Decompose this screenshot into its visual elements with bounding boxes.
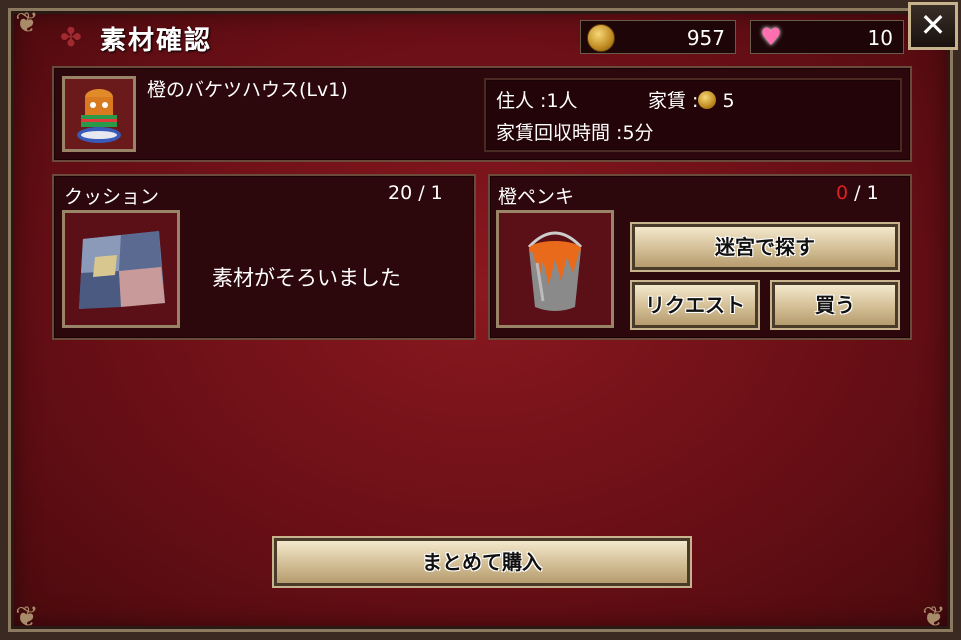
material-status: 素材がそろいました bbox=[212, 266, 401, 290]
material-count: 20 / 1 bbox=[388, 182, 443, 204]
title-ornament-icon: ✤ bbox=[60, 23, 82, 53]
house-name: 橙のバケツハウス(Lv1) bbox=[147, 79, 348, 101]
rent-info: 家賃 : 5 bbox=[648, 86, 735, 113]
rent-collection-time: 家賃回収時間 :5分 bbox=[496, 122, 654, 144]
buy-button[interactable]: 買う bbox=[772, 282, 898, 328]
material-need: 1 bbox=[430, 182, 443, 204]
cushion-icon bbox=[65, 213, 177, 325]
paint-bucket-icon bbox=[499, 213, 611, 325]
corner-ornament-icon: ❦ bbox=[15, 6, 39, 39]
material-have: 20 bbox=[388, 182, 413, 204]
material-name: 橙ペンキ bbox=[498, 186, 575, 208]
coin-icon bbox=[698, 91, 717, 109]
bulk-buy-button[interactable]: まとめて購入 bbox=[274, 538, 690, 586]
bucket-house-icon bbox=[65, 79, 133, 149]
residents-label: 住人 :1人 bbox=[496, 90, 578, 112]
search-dungeon-button[interactable]: 迷宮で探す bbox=[632, 224, 898, 270]
close-icon: ✕ bbox=[919, 6, 947, 44]
cushion-thumbnail bbox=[62, 210, 180, 328]
request-button[interactable]: リクエスト bbox=[632, 282, 758, 328]
close-button[interactable]: ✕ bbox=[908, 2, 958, 50]
corner-ornament-icon: ❦ bbox=[922, 600, 946, 633]
coin-counter: 957 bbox=[580, 20, 736, 54]
gem-count: 10 bbox=[867, 26, 893, 50]
heart-gem-icon: ♥ bbox=[760, 23, 782, 51]
page-title: 素材確認 bbox=[100, 26, 213, 56]
material-name: クッション bbox=[64, 186, 160, 208]
material-have: 0 bbox=[836, 182, 849, 204]
house-thumbnail bbox=[62, 76, 136, 152]
coin-count: 957 bbox=[686, 26, 725, 50]
corner-ornament-icon: ❦ bbox=[15, 600, 39, 633]
rent-label: 家賃 : bbox=[648, 90, 699, 112]
rent-value: 5 bbox=[722, 90, 735, 112]
paint-thumbnail bbox=[496, 210, 614, 328]
material-count: 0 / 1 bbox=[836, 182, 879, 204]
gem-counter: ♥ 10 bbox=[750, 20, 904, 54]
coin-icon bbox=[587, 24, 615, 52]
material-need: 1 bbox=[866, 182, 879, 204]
